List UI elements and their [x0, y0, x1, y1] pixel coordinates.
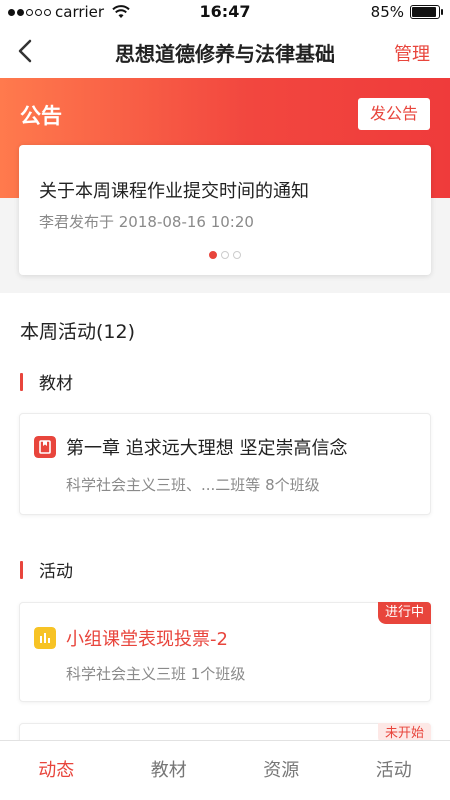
pager-dot[interactable] [221, 251, 229, 259]
battery-icon [410, 5, 443, 19]
manage-button[interactable]: 管理 [394, 40, 430, 66]
tab-activities[interactable]: 活动 [338, 741, 450, 800]
status-right: 85% [370, 3, 443, 21]
section-marker [20, 372, 23, 391]
status-badge: 进行中 [377, 602, 431, 624]
announcement-pager [19, 251, 431, 259]
section-activity-header: 活动 [20, 557, 73, 582]
textbook-classes: 科学社会主义三班、...二班等 8个班级 [66, 476, 320, 494]
tab-feed[interactable]: 动态 [0, 741, 113, 800]
page-title: 思想道德修养与法律基础 [115, 42, 335, 66]
textbook-title: 第一章 追求远大理想 坚定崇高信念 [66, 438, 348, 459]
section-activity-label: 活动 [39, 562, 73, 582]
section-textbook-header: 教材 [20, 369, 73, 394]
announcement-title: 关于本周课程作业提交时间的通知 [39, 181, 309, 202]
tab-bar: 动态 教材 资源 活动 [0, 740, 450, 800]
weekly-activities-title: 本周活动(12) [20, 321, 136, 343]
activity-classes: 科学社会主义三班 1个班级 [66, 665, 246, 683]
announcement-meta: 李君发布于 2018-08-16 10:20 [39, 213, 254, 231]
section-textbook-label: 教材 [39, 374, 73, 394]
post-announcement-button[interactable]: 发公告 [358, 98, 430, 130]
vote-chart-icon [34, 627, 56, 649]
activity-title: 小组课堂表现投票-2 [66, 629, 228, 650]
textbook-card[interactable]: 第一章 追求远大理想 坚定崇高信念 科学社会主义三班、...二班等 8个班级 [19, 413, 431, 515]
tab-textbook[interactable]: 教材 [113, 741, 226, 800]
tab-resources[interactable]: 资源 [225, 741, 338, 800]
nav-bar: 思想道德修养与法律基础 管理 [0, 24, 450, 78]
section-marker [20, 560, 23, 579]
screen: carrier 16:47 85% 思想道德修养与法律基础 管理 公告 发公告 … [0, 0, 450, 800]
announcement-label: 公告 [20, 104, 62, 128]
activity-card[interactable]: 小组课堂表现投票-2 科学社会主义三班 1个班级 进行中 [19, 602, 431, 702]
pager-dot-active[interactable] [209, 251, 217, 259]
status-bar: carrier 16:47 85% [0, 0, 450, 24]
pager-dot[interactable] [233, 251, 241, 259]
battery-percent: 85% [370, 3, 404, 21]
announcement-card[interactable]: 关于本周课程作业提交时间的通知 李君发布于 2018-08-16 10:20 [19, 145, 431, 275]
textbook-icon [34, 436, 56, 458]
weekly-activities: 本周活动(12) 教材 第一章 追求远大理想 坚定崇高信念 科学社会主义三班、.… [0, 293, 450, 783]
